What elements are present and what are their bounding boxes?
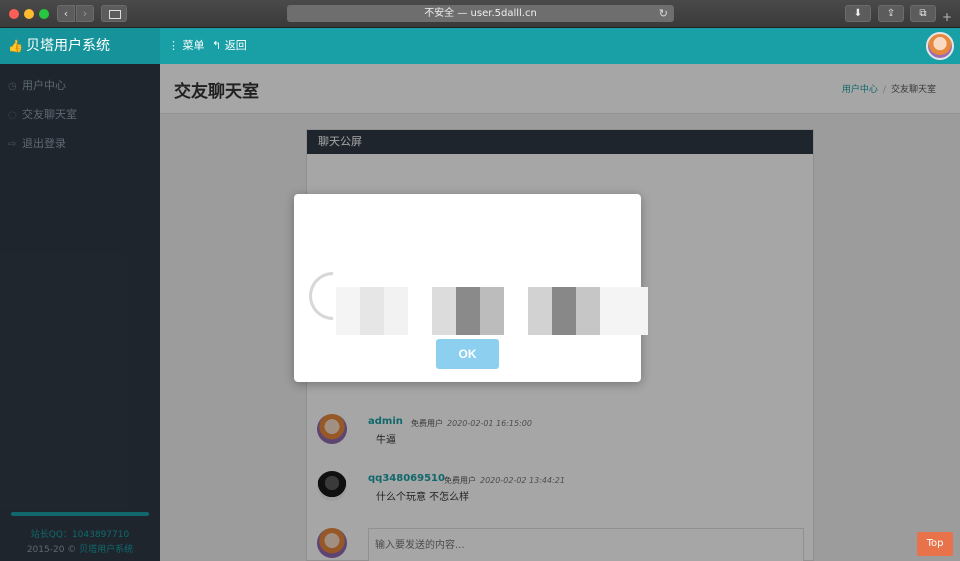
sidebar-toggle-button[interactable] — [101, 5, 127, 22]
browser-toolbar: ‹ › 不安全 — user.5dalll.cn ↻ ⬇ ⇪ ⧉ + — [0, 0, 960, 28]
zoom-window-button[interactable] — [39, 9, 49, 19]
alert-dialog: OK — [294, 194, 648, 382]
vertical-dots-icon: ⋮ — [168, 39, 179, 52]
download-icon: ⬇ — [853, 8, 863, 19]
chevron-right-icon: › — [82, 7, 88, 20]
browser-forward-button[interactable]: › — [76, 5, 94, 22]
blurred-message — [336, 287, 648, 335]
alert-icon — [309, 272, 333, 320]
brand-name: 贝塔用户系统 — [26, 38, 110, 54]
share-icon: ⇪ — [886, 8, 896, 19]
back-label: 返回 — [224, 39, 247, 52]
browser-back-button[interactable]: ‹ — [57, 5, 75, 22]
ok-button[interactable]: OK — [436, 339, 499, 369]
reload-icon[interactable]: ↻ — [659, 5, 668, 22]
user-avatar[interactable] — [926, 32, 954, 60]
menu-button[interactable]: ⋮ 菜单 — [168, 28, 205, 64]
share-button[interactable]: ⇪ — [878, 5, 904, 22]
menu-label: 菜单 — [182, 39, 205, 52]
minimize-window-button[interactable] — [24, 9, 34, 19]
close-window-button[interactable] — [9, 9, 19, 19]
new-tab-button[interactable]: + — [942, 10, 952, 24]
address-bar[interactable]: 不安全 — user.5dalll.cn ↻ — [287, 5, 674, 22]
downloads-button[interactable]: ⬇ — [845, 5, 871, 22]
back-to-top-button[interactable]: Top — [917, 532, 953, 556]
app-header: 👍 贝塔用户系统 ⋮ 菜单 ↰ 返回 — [0, 28, 960, 64]
tab-overview-button[interactable]: ⧉ — [910, 5, 936, 22]
reply-arrow-icon: ↰ — [212, 39, 222, 52]
tabs-icon: ⧉ — [919, 8, 927, 19]
modal-backdrop-sidebar — [0, 64, 160, 561]
back-button[interactable]: ↰ 返回 — [212, 28, 247, 64]
chevron-left-icon: ‹ — [63, 7, 69, 20]
brand[interactable]: 👍 贝塔用户系统 — [0, 28, 160, 64]
address-text: 不安全 — user.5dalll.cn — [424, 8, 537, 19]
thumbs-up-icon: 👍 — [8, 39, 23, 53]
